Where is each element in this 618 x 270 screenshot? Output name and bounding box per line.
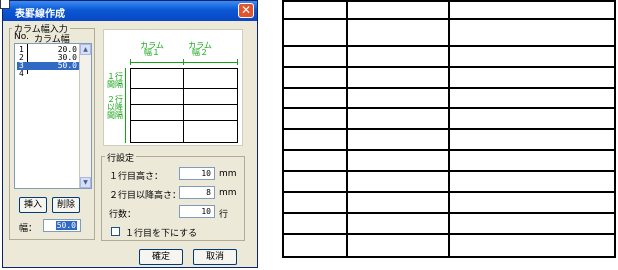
first-row-height-unit: mm	[219, 169, 237, 179]
preview-grid-line	[130, 68, 238, 69]
width-field[interactable]: 50.0	[43, 219, 81, 232]
column-dimension-line	[130, 62, 238, 63]
title-bar[interactable]: 表罫線作成 ✕	[0, 0, 257, 21]
first-row-height-field[interactable]: 10	[179, 167, 215, 180]
close-button[interactable]: ✕	[238, 3, 254, 18]
table-column-rule	[614, 0, 616, 258]
preview-grid-line	[130, 68, 131, 143]
list-item[interactable]: 4	[17, 70, 79, 78]
list-item-no: 4	[19, 69, 24, 78]
column-1-label-line2: 幅１	[144, 48, 160, 57]
preview-grid-line	[130, 104, 238, 105]
width-label: 幅：	[19, 224, 38, 234]
dimension-tick	[130, 59, 131, 65]
cancel-button[interactable]: 取消	[193, 249, 237, 265]
row-settings-group-label: 行設定	[105, 151, 137, 164]
dimension-tick	[237, 59, 238, 65]
table-column-rule	[346, 0, 348, 258]
scroll-down-icon[interactable]: ▼	[80, 177, 91, 188]
generated-ruled-table	[282, 0, 616, 258]
row-count-field[interactable]: 10	[179, 205, 215, 218]
list-item-value: 50.0	[57, 61, 77, 70]
other-row-height-field[interactable]: 8	[179, 186, 215, 199]
row-count-unit: 行	[219, 210, 229, 220]
width-field-value: 50.0	[55, 221, 77, 230]
row-1-label-line1: １行	[107, 72, 123, 81]
preview-grid-line	[183, 68, 184, 143]
table-column-rule	[282, 0, 284, 258]
dialog-title: 表罫線作成	[15, 9, 65, 20]
row-2-label-line1: ２行	[107, 95, 123, 104]
row-count-label: 行数：	[109, 210, 137, 220]
column-no-header: No.	[14, 32, 29, 42]
ok-button[interactable]: 確定	[139, 249, 183, 265]
other-row-height-unit: mm	[219, 188, 237, 198]
app-icon	[0, 0, 10, 9]
table-column-rule	[448, 0, 450, 258]
first-row-bottom-label: １行目を下にする	[125, 229, 198, 239]
column-2-label-line2: 幅２	[192, 48, 208, 57]
first-row-bottom-checkbox[interactable]	[111, 227, 120, 236]
preview-grid-line	[130, 120, 238, 121]
row-2-label-line2: 以降	[107, 103, 123, 112]
scroll-up-icon[interactable]: ▲	[80, 44, 91, 55]
column-width-list[interactable]: 1 20.0 2 30.0 3 50.0 4 ▲ ▼	[14, 43, 92, 189]
dimension-tick	[183, 59, 184, 65]
other-row-height-label: ２行目以降高さ：	[109, 191, 182, 201]
row-2-label-line3: 間隔	[107, 111, 123, 120]
insert-button[interactable]: 挿入	[19, 197, 47, 213]
preview-grid-line	[130, 88, 238, 89]
first-row-height-label: １行目高さ：	[109, 172, 164, 182]
row-1-label-line2: 間隔	[107, 80, 123, 89]
close-icon: ✕	[240, 3, 252, 17]
table-ruler-dialog: 表罫線作成 ✕ カラム幅入力 No. カラム幅 1 20.0 2 30.0 3 …	[0, 0, 258, 268]
table-preview: カラム 幅１ カラム 幅２ １行 間隔 ２行 以降 間隔	[103, 29, 243, 146]
preview-grid-line	[237, 68, 238, 143]
row-dimension-line	[125, 68, 126, 143]
list-scrollbar[interactable]: ▲ ▼	[79, 44, 91, 188]
preview-grid-line	[130, 142, 238, 143]
list-item-selected[interactable]: 3 50.0	[17, 62, 79, 70]
delete-button[interactable]: 削除	[52, 197, 80, 213]
